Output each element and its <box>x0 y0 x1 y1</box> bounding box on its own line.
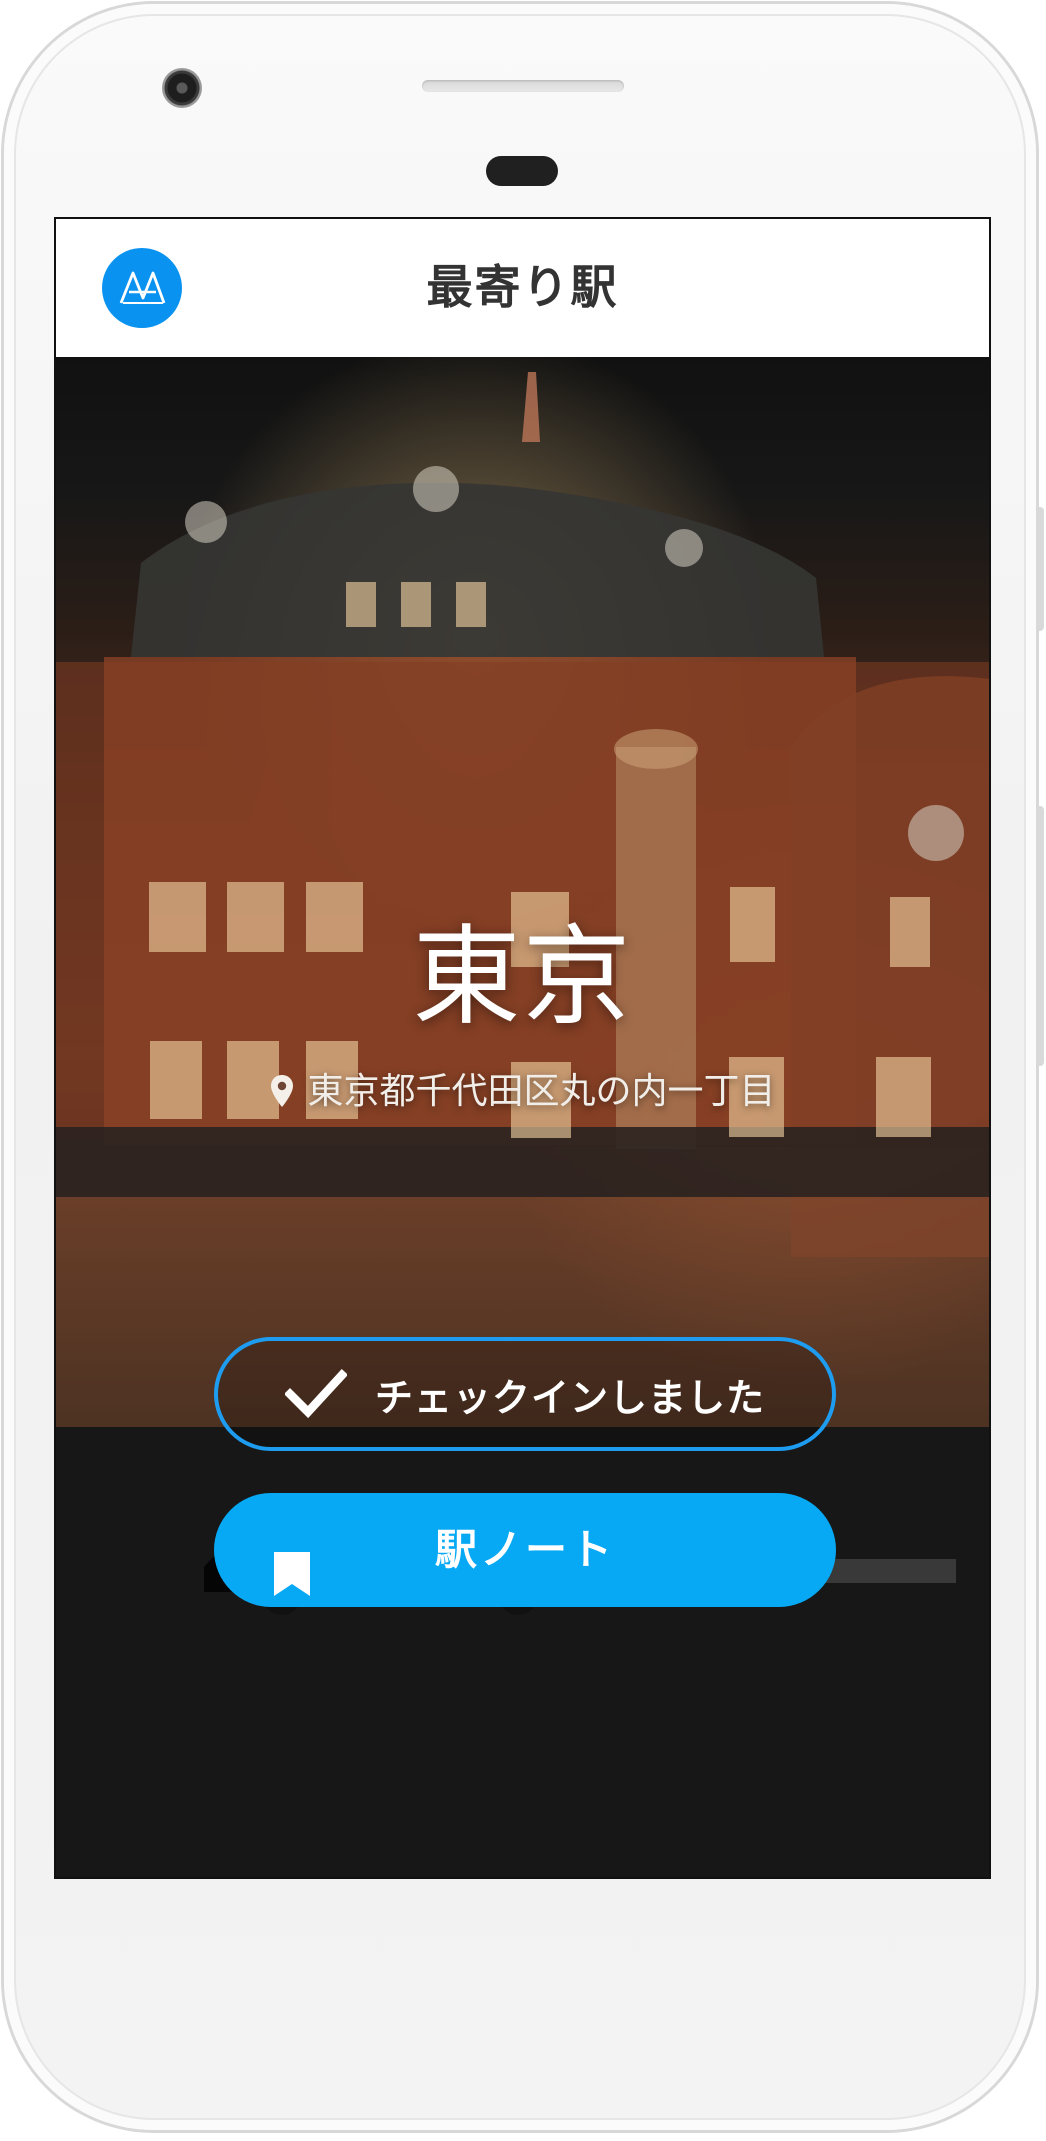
address-text: 東京都千代田区丸の内一丁目 <box>307 1071 776 1112</box>
station-address: 東京都千代田区丸の内一丁目 <box>56 1065 989 1119</box>
power-button <box>1036 507 1044 631</box>
checkmark-icon <box>283 1368 348 1419</box>
station-note-label: 駅ノート <box>434 1525 615 1574</box>
checked-in-button[interactable]: チェックインしました <box>214 1337 836 1451</box>
app-header: 最寄り駅 <box>56 219 989 358</box>
checked-in-label: チェックインしました <box>374 1375 765 1420</box>
bookmark-icon <box>272 1527 312 1596</box>
phone-frame: 最寄り駅 東京 東京都千代田区丸の内一丁目 チェックインしました 駅ノート <box>4 4 1044 2130</box>
phone-screen: 最寄り駅 東京 東京都千代田区丸の内一丁目 チェックインしました 駅ノート <box>54 217 991 1879</box>
station-name: 東京 <box>412 915 633 1040</box>
front-camera-icon <box>162 68 202 108</box>
page-title: 最寄り駅 <box>426 260 619 314</box>
station-hero: 東京 東京都千代田区丸の内一丁目 チェックインしました 駅ノート <box>56 357 989 1877</box>
location-pin-icon <box>269 1070 295 1107</box>
volume-button <box>1036 806 1044 1066</box>
earpiece-speaker <box>422 80 624 92</box>
front-sensor <box>486 156 558 186</box>
station-note-button[interactable]: 駅ノート <box>214 1493 836 1607</box>
